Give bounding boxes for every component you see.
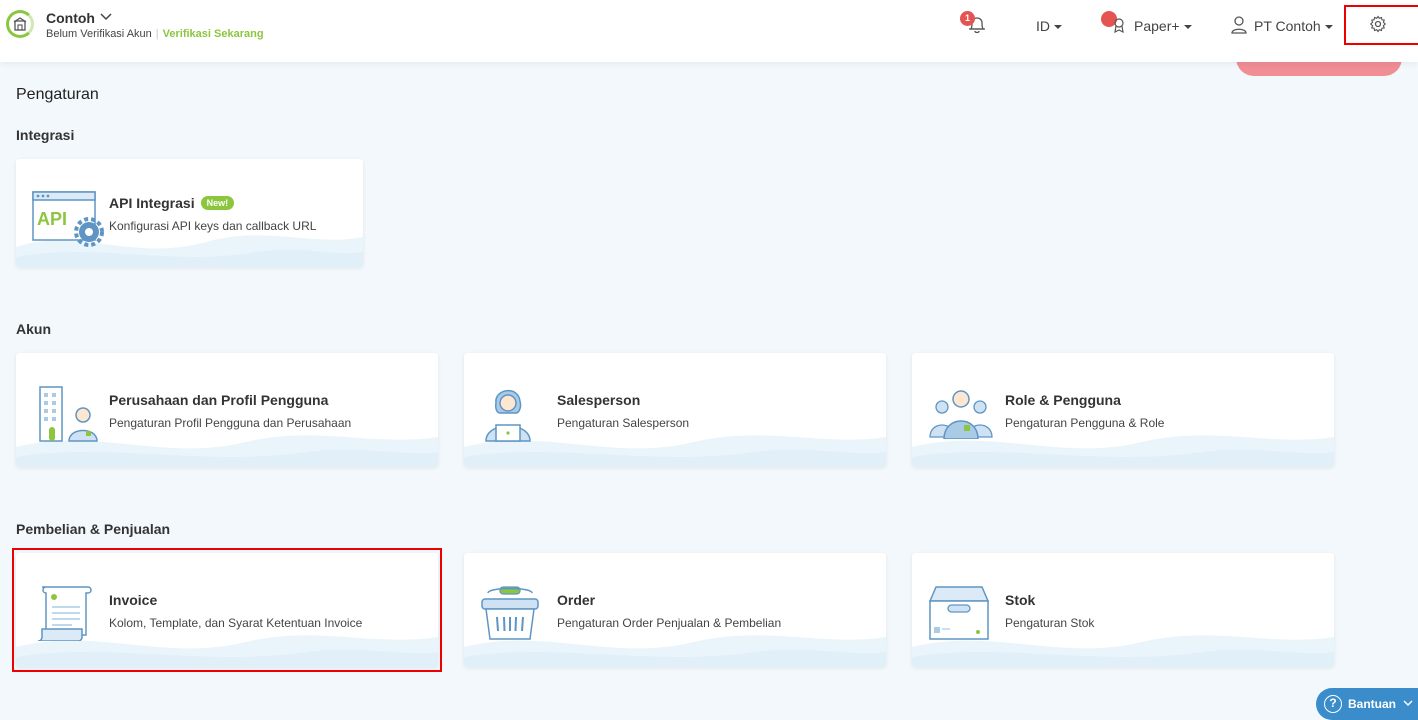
user-name: PT Contoh <box>1254 18 1321 34</box>
question-icon: ? <box>1324 695 1342 713</box>
caret-down-icon <box>1324 25 1333 30</box>
chevron-down-icon[interactable] <box>100 12 112 22</box>
basket-icon <box>481 586 539 640</box>
card-role-users[interactable]: Role & Pengguna Pengaturan Pengguna & Ro… <box>912 353 1334 467</box>
card-company-profile[interactable]: Perusahaan dan Profil Pengguna Pengatura… <box>16 353 438 467</box>
salesperson-icon <box>485 390 531 442</box>
chevron-down-icon <box>1403 700 1413 706</box>
card-description: Konfigurasi API keys dan callback URL <box>109 219 317 233</box>
card-title-text: API Integrasi <box>109 195 195 211</box>
card-description: Pengaturan Profil Pengguna dan Perusahaa… <box>109 416 352 430</box>
card-title: Role & Pengguna <box>1005 392 1121 408</box>
api-icon: API <box>32 191 104 247</box>
card-order[interactable]: Order Pengaturan Order Penjualan & Pembe… <box>464 553 886 667</box>
company-logo-icon[interactable] <box>6 10 34 38</box>
company-profile-icon <box>39 386 98 442</box>
help-button[interactable]: ? Bantuan <box>1316 688 1418 720</box>
card-description: Pengaturan Pengguna & Role <box>1005 416 1165 430</box>
company-name[interactable]: Contoh <box>46 10 95 26</box>
new-badge: New! <box>200 196 235 210</box>
card-title: API Integrasi New! <box>109 195 235 211</box>
verification-status: Belum Verifikasi Akun <box>46 28 152 40</box>
help-label: Bantuan <box>1348 697 1396 711</box>
card-title: Perusahaan dan Profil Pengguna <box>109 392 329 408</box>
box-icon <box>928 586 990 640</box>
card-title: Salesperson <box>557 392 641 408</box>
invoice-highlight-box <box>12 548 442 672</box>
role-users-icon <box>929 390 993 439</box>
language-label: ID <box>1036 18 1050 34</box>
plan-selector[interactable]: Paper+ <box>1134 18 1192 34</box>
card-description: Pengaturan Order Penjualan & Pembelian <box>557 616 782 630</box>
ribbon-icon <box>1114 18 1124 33</box>
card-stock[interactable]: Stok Pengaturan Stok <box>912 553 1334 667</box>
card-description: Pengaturan Salesperson <box>557 416 690 430</box>
section-title-trade: Pembelian & Penjualan <box>16 521 171 537</box>
plan-label: Paper+ <box>1134 18 1180 34</box>
gear-icon[interactable] <box>1369 15 1387 33</box>
verify-now-link[interactable]: Verifikasi Sekarang <box>163 28 264 40</box>
card-description: Pengaturan Stok <box>1005 616 1095 630</box>
card-api-integration[interactable]: API API Integrasi New! Konfigurasi API ke… <box>16 159 363 267</box>
verification-row: Belum Verifikasi Akun | Verifikasi Sekaran… <box>46 28 264 40</box>
card-salesperson[interactable]: Salesperson Pengaturan Salesperson <box>464 353 886 467</box>
language-selector[interactable]: ID <box>1036 18 1062 34</box>
section-title-account: Akun <box>16 321 51 337</box>
user-menu[interactable]: PT Contoh <box>1254 18 1333 34</box>
section-title-integration: Integrasi <box>16 127 75 143</box>
card-title: Order <box>557 592 596 608</box>
page-title: Pengaturan <box>16 86 99 103</box>
notification-badge: 1 <box>960 11 975 26</box>
svg-text:API: API <box>37 209 67 229</box>
separator: | <box>155 28 159 40</box>
caret-down-icon <box>1054 25 1062 30</box>
user-icon[interactable] <box>1231 16 1247 34</box>
card-title: Stok <box>1005 592 1036 608</box>
caret-down-icon <box>1183 25 1192 30</box>
top-navigation-bar: Contoh Belum Verifikasi Akun | Verifikasi … <box>0 0 1418 62</box>
